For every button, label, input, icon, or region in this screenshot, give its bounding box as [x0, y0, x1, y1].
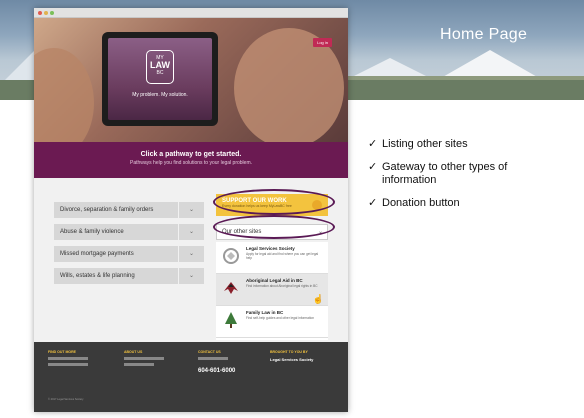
phone-number[interactable]: 604-601-6000 [198, 368, 235, 374]
footer-contact-us: CONTACT US 604-601-6000 [198, 350, 236, 374]
checkmark-icon: ✓ [368, 138, 378, 150]
pathway-mortgage[interactable]: Missed mortgage payments ⌄ [54, 246, 204, 262]
pathway-divorce[interactable]: Divorce, separation & family orders ⌄ [54, 202, 204, 218]
browser-chrome [34, 8, 348, 18]
chevron-down-icon: ⌄ [178, 246, 204, 262]
login-button[interactable]: Log in [313, 38, 332, 47]
site-item-aboriginal[interactable]: Aboriginal Legal Aid in BC Find informat… [216, 274, 328, 306]
bullet-item: ✓ Donation button [368, 197, 460, 209]
pathway-wills[interactable]: Wills, estates & life planning ⌄ [54, 268, 204, 284]
tree-icon [225, 312, 237, 328]
mylawbc-logo: MY LAW BC [146, 50, 174, 84]
chevron-down-icon: ⌄ [178, 202, 204, 218]
eagle-icon [224, 282, 238, 294]
copyright: © 2017 Legal Services Society [48, 398, 84, 401]
chevron-down-icon: ⌄ [178, 224, 204, 240]
footer-find-out-more: FIND OUT MORE [48, 350, 88, 366]
bullet-list: ✓ Listing other sites ✓ Gateway to other t… [368, 138, 568, 220]
footer-brought-by: BROUGHT TO YOU BY Legal Services Society [270, 350, 314, 362]
other-sites-list: Legal Services Society Apply for legal a… [216, 242, 328, 340]
tagline: My problem. My solution. [132, 92, 188, 98]
slide: Home Page MY LAW BC My problem. My solut… [0, 0, 584, 418]
hero-image: MY LAW BC My problem. My solution. Log i… [34, 18, 348, 142]
footer-about-us: ABOUT US [124, 350, 164, 366]
bullet-item: ✓ Gateway to other types of information [368, 161, 508, 186]
pathways-title: Click a pathway to get started. [140, 151, 242, 158]
site-item-familylaw[interactable]: Family Law in BC Find self-help guides a… [216, 306, 328, 338]
checkmark-icon: ✓ [368, 161, 378, 173]
highlight-ellipse-donate [213, 189, 335, 215]
tablet-image: MY LAW BC My problem. My solution. [102, 32, 218, 126]
pathways-subtitle: Pathways help you find solutions to your… [129, 160, 252, 166]
pathway-abuse[interactable]: Abuse & family violence ⌄ [54, 224, 204, 240]
slide-title: Home Page [440, 26, 528, 43]
highlight-ellipse-other-sites [213, 215, 335, 239]
checkmark-icon: ✓ [368, 197, 378, 209]
site-footer: FIND OUT MORE ABOUT US CONTACT US 604-60… [34, 342, 348, 412]
pathways-banner: Click a pathway to get started. Pathways… [34, 142, 348, 184]
site-item-lss[interactable]: Legal Services Society Apply for legal a… [216, 242, 328, 274]
hand-cursor-icon: ☝ [312, 294, 324, 304]
bullet-item: ✓ Listing other sites [368, 138, 468, 150]
chevron-down-icon: ⌄ [178, 268, 204, 284]
lss-icon [223, 248, 239, 264]
